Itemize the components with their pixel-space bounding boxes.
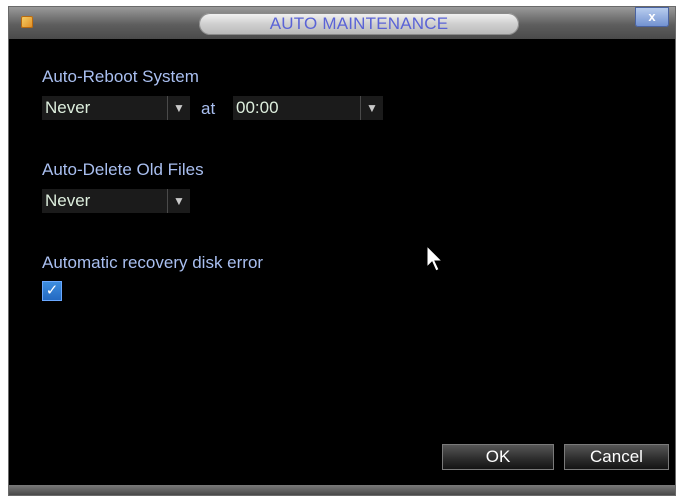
window-title: AUTO MAINTENANCE bbox=[199, 13, 519, 35]
chevron-down-icon[interactable]: ▼ bbox=[360, 96, 383, 120]
auto-maintenance-window: AUTO MAINTENANCE x Auto-Reboot System Ne… bbox=[9, 7, 675, 495]
disk-recovery-label: Automatic recovery disk error bbox=[42, 253, 264, 272]
ok-button[interactable]: OK bbox=[442, 444, 554, 470]
status-strip bbox=[9, 485, 675, 495]
cancel-button[interactable]: Cancel bbox=[564, 444, 669, 470]
auto-reboot-frequency-value: Never bbox=[45, 98, 91, 117]
auto-delete-frequency-select[interactable]: Never ▼ bbox=[42, 189, 190, 213]
auto-reboot-label: Auto-Reboot System bbox=[42, 67, 199, 86]
app-icon bbox=[21, 16, 33, 28]
auto-reboot-time-select[interactable]: 00:00 ▼ bbox=[233, 96, 383, 120]
checkmark-icon: ✓ bbox=[45, 282, 59, 299]
disk-recovery-checkbox[interactable]: ✓ bbox=[42, 281, 62, 301]
title-bar: AUTO MAINTENANCE x bbox=[9, 7, 675, 39]
auto-reboot-frequency-select[interactable]: Never ▼ bbox=[42, 96, 190, 120]
auto-reboot-time-value: 00:00 bbox=[236, 98, 279, 117]
at-label: at bbox=[201, 99, 216, 118]
chevron-down-icon[interactable]: ▼ bbox=[167, 189, 190, 213]
auto-delete-frequency-value: Never bbox=[45, 191, 91, 210]
mouse-cursor-icon bbox=[426, 245, 444, 272]
chevron-down-icon[interactable]: ▼ bbox=[167, 96, 190, 120]
close-button[interactable]: x bbox=[635, 7, 669, 27]
auto-delete-label: Auto-Delete Old Files bbox=[42, 160, 204, 179]
